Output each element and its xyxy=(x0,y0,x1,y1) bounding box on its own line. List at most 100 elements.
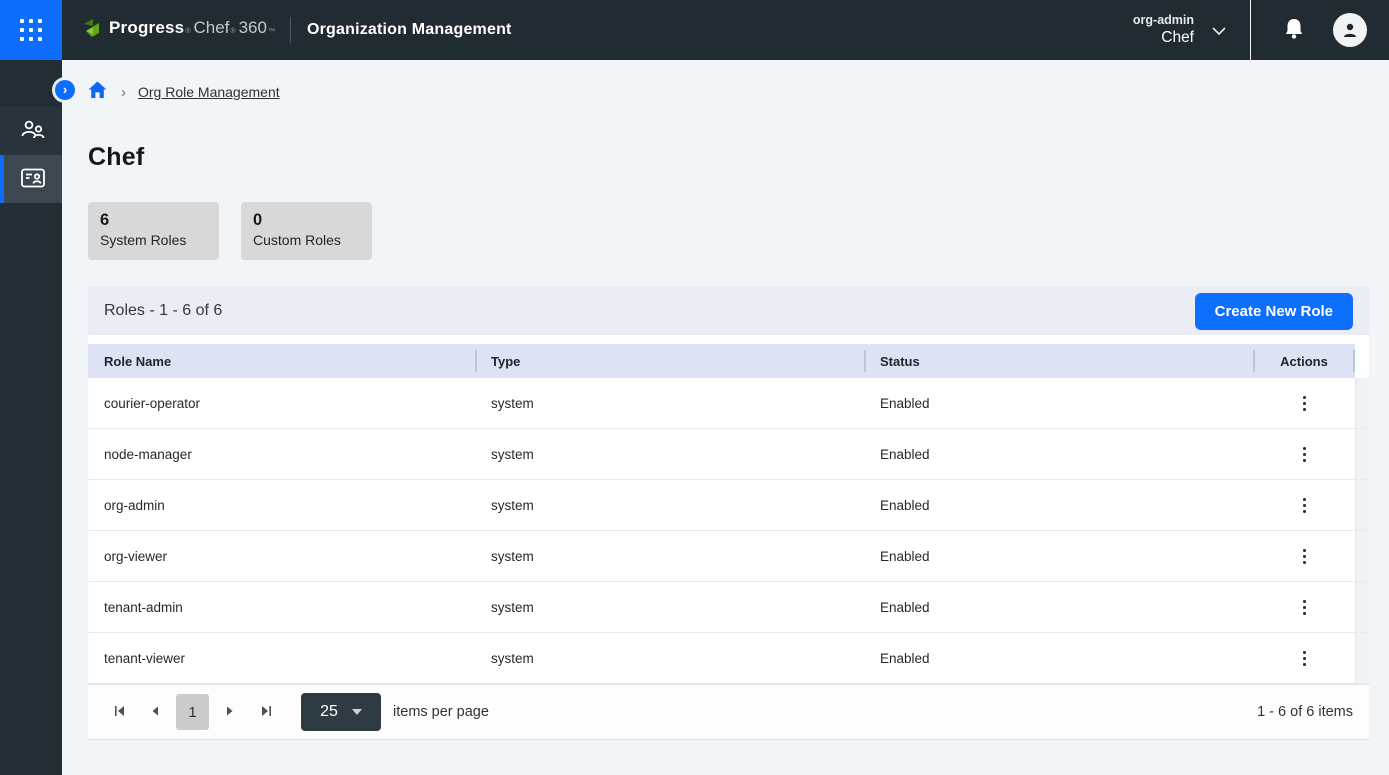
page-number-button[interactable]: 1 xyxy=(176,694,209,730)
header-section-divider xyxy=(1250,0,1251,60)
cell-type: system xyxy=(475,447,864,462)
table-row: courier-operatorsystemEnabled xyxy=(88,378,1369,429)
first-page-button[interactable] xyxy=(104,697,134,727)
roles-panel-header: Roles - 1 - 6 of 6 Create New Role xyxy=(88,287,1369,335)
main-content: › Org Role Management Chef 6 System Role… xyxy=(62,60,1389,775)
header-divider xyxy=(290,17,291,43)
cell-role-name: node-manager xyxy=(88,447,475,462)
cell-actions xyxy=(1253,645,1355,672)
chevron-down-icon xyxy=(352,709,362,715)
last-page-icon xyxy=(260,705,273,720)
user-avatar-button[interactable] xyxy=(1333,13,1367,47)
create-new-role-button[interactable]: Create New Role xyxy=(1195,293,1353,330)
brand-name: Progress xyxy=(109,18,184,38)
cell-status: Enabled xyxy=(864,396,1253,411)
app-title: Organization Management xyxy=(307,21,512,39)
cell-role-name: org-admin xyxy=(88,498,475,513)
cell-role-name: courier-operator xyxy=(88,396,475,411)
user-avatar-icon xyxy=(1333,13,1367,47)
cell-type: system xyxy=(475,498,864,513)
cell-status: Enabled xyxy=(864,600,1253,615)
kebab-menu-icon[interactable] xyxy=(1295,543,1314,570)
cell-type: system xyxy=(475,549,864,564)
page-title: Chef xyxy=(88,143,1369,172)
scrollbar-gutter xyxy=(1355,582,1369,632)
scrollbar-gutter xyxy=(1355,633,1369,683)
home-icon[interactable] xyxy=(88,81,107,104)
scrollbar-gutter xyxy=(1355,344,1369,378)
cell-role-name: tenant-viewer xyxy=(88,651,475,666)
people-icon xyxy=(20,119,46,144)
column-header-actions: Actions xyxy=(1253,344,1355,378)
progress-logo-icon xyxy=(82,18,102,43)
chevron-down-icon xyxy=(1212,23,1226,41)
stat-cards: 6 System Roles 0 Custom Roles xyxy=(88,202,1369,260)
previous-page-icon xyxy=(149,705,161,720)
sidebar-lower-area xyxy=(0,203,62,775)
cell-status: Enabled xyxy=(864,498,1253,513)
last-page-button[interactable] xyxy=(251,697,281,727)
kebab-menu-icon[interactable] xyxy=(1295,594,1314,621)
previous-page-button[interactable] xyxy=(140,697,170,727)
notifications-bell-icon xyxy=(1283,17,1305,44)
items-range-label: 1 - 6 of 6 items xyxy=(1257,704,1353,720)
scrollbar-gutter xyxy=(1355,531,1369,581)
roles-panel-title: Roles - 1 - 6 of 6 xyxy=(104,302,222,320)
sidebar-item-users[interactable] xyxy=(0,107,62,155)
first-page-icon xyxy=(113,705,126,720)
apps-grid-button[interactable] xyxy=(0,0,62,60)
top-header: Progress® Chef® 360™ Organization Manage… xyxy=(0,0,1389,60)
cell-status: Enabled xyxy=(864,447,1253,462)
breadcrumb-separator: › xyxy=(121,84,126,101)
cell-actions xyxy=(1253,594,1355,621)
next-page-button[interactable] xyxy=(215,697,245,727)
breadcrumb-link-org-role-management[interactable]: Org Role Management xyxy=(138,84,280,100)
brand-logo: Progress® Chef® 360™ xyxy=(82,18,276,43)
breadcrumb: › Org Role Management xyxy=(88,81,1369,103)
cell-type: system xyxy=(475,396,864,411)
table-row: node-managersystemEnabled xyxy=(88,429,1369,480)
user-org-switcher[interactable]: org-admin Chef xyxy=(1133,13,1226,48)
stat-value: 0 xyxy=(253,211,360,230)
brand-product: Chef xyxy=(193,18,229,38)
kebab-menu-icon[interactable] xyxy=(1295,390,1314,417)
page-size-select[interactable]: 25 xyxy=(301,693,381,731)
sidebar-item-org-roles[interactable] xyxy=(0,155,62,203)
kebab-menu-icon[interactable] xyxy=(1295,441,1314,468)
column-header-status: Status xyxy=(864,344,1253,378)
cell-actions xyxy=(1253,390,1355,417)
cell-status: Enabled xyxy=(864,651,1253,666)
cell-role-name: tenant-admin xyxy=(88,600,475,615)
table-row: tenant-viewersystemEnabled xyxy=(88,633,1369,684)
roles-panel: Roles - 1 - 6 of 6 Create New Role Role … xyxy=(88,287,1369,740)
page-size-value: 25 xyxy=(320,703,338,721)
kebab-menu-icon[interactable] xyxy=(1295,645,1314,672)
apps-grid-icon xyxy=(20,19,42,41)
scrollbar-gutter xyxy=(1355,480,1369,530)
stat-card-custom-roles: 0 Custom Roles xyxy=(241,202,372,260)
column-header-role-name: Role Name xyxy=(88,344,475,378)
trademark-symbol: ® xyxy=(185,28,190,35)
scrollbar-gutter xyxy=(1355,429,1369,479)
kebab-menu-icon[interactable] xyxy=(1295,492,1314,519)
notifications-button[interactable] xyxy=(1283,17,1305,44)
table-body: courier-operatorsystemEnablednode-manage… xyxy=(88,378,1369,684)
table-header-row: Role Name Type Status Actions xyxy=(88,344,1369,378)
stat-label: System Roles xyxy=(100,232,207,248)
trademark-symbol: ™ xyxy=(268,28,275,35)
stat-value: 6 xyxy=(100,211,207,230)
user-role-label: org-admin xyxy=(1133,13,1194,29)
brand-suffix: 360 xyxy=(239,18,267,38)
sidebar-expand-button[interactable]: › xyxy=(55,80,75,100)
trademark-symbol: ® xyxy=(230,28,235,35)
next-page-icon xyxy=(224,705,236,720)
items-per-page-label: items per page xyxy=(393,704,489,720)
badge-card-icon xyxy=(20,167,46,192)
column-header-type: Type xyxy=(475,344,864,378)
scrollbar-gutter xyxy=(1355,378,1369,428)
cell-actions xyxy=(1253,492,1355,519)
user-org-label: Chef xyxy=(1133,28,1194,47)
cell-type: system xyxy=(475,651,864,666)
stat-label: Custom Roles xyxy=(253,232,360,248)
table-row: org-adminsystemEnabled xyxy=(88,480,1369,531)
